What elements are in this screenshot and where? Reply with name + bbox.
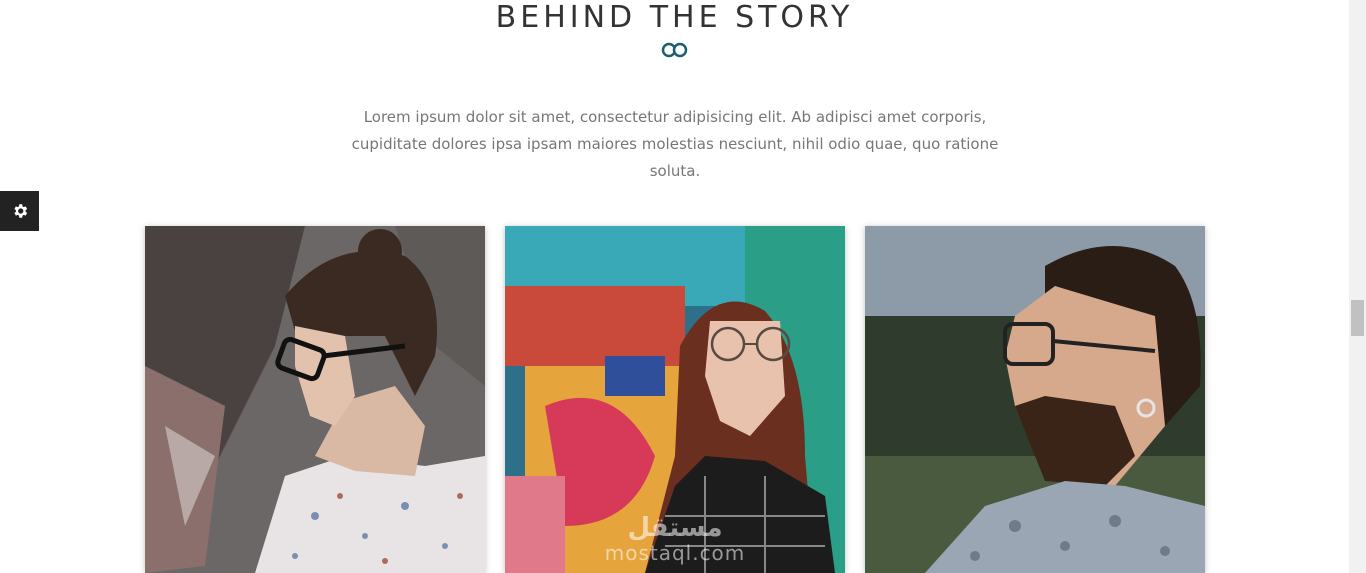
title-divider [600, 42, 750, 58]
team-card-2[interactable]: مستقل mostaql.com [505, 226, 845, 573]
woman-with-glasses-hair-bun-photo [145, 226, 485, 573]
gear-icon [13, 204, 27, 218]
section-title: BEHIND THE STORY [495, 0, 854, 35]
team-card-1[interactable] [145, 226, 485, 573]
scrollbar-thumb[interactable] [1351, 300, 1364, 336]
watermark-arabic: مستقل [627, 513, 723, 543]
page: BEHIND THE STORY Lorem ipsum dolor sit a… [0, 0, 1349, 573]
watermark: مستقل mostaql.com [505, 515, 845, 565]
settings-toggle-button[interactable] [0, 191, 39, 231]
team-card-3[interactable] [865, 226, 1205, 573]
vertical-scrollbar[interactable] [1349, 0, 1366, 573]
section-intro: Lorem ipsum dolor sit amet, consectetur … [351, 108, 999, 180]
watermark-latin: mostaql.com [604, 541, 746, 565]
bearded-man-with-glasses-photo [865, 226, 1205, 573]
